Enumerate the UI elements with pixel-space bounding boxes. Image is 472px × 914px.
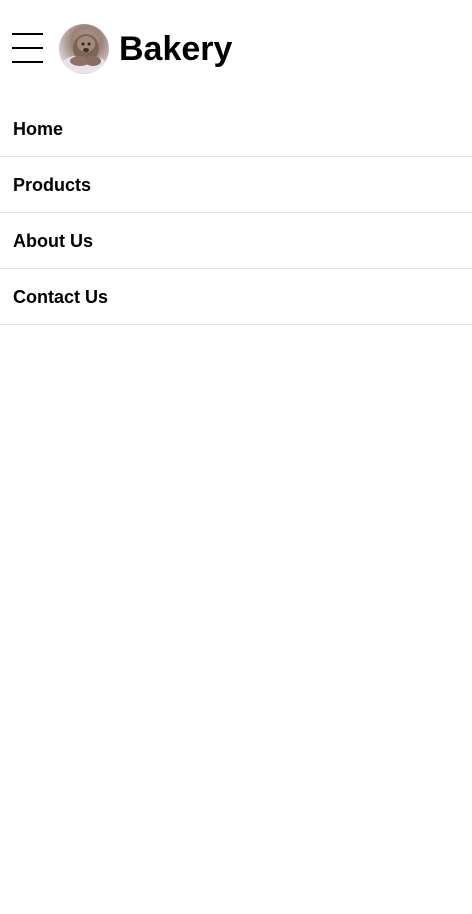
nav-item-label: Products (13, 175, 92, 195)
hamburger-menu-icon[interactable] (12, 32, 44, 64)
nav-item-about-us[interactable]: About Us (0, 213, 472, 269)
site-title[interactable]: Bakery (119, 28, 232, 70)
nav-item-contact-us[interactable]: Contact Us (0, 269, 472, 325)
nav-item-label: Contact Us (13, 287, 109, 307)
site-header: Bakery (0, 0, 472, 100)
nav-item-home[interactable]: Home (0, 101, 472, 157)
main-navigation: Home Products About Us Contact Us (0, 101, 472, 325)
nav-item-products[interactable]: Products (0, 157, 472, 213)
logo-avatar (59, 24, 109, 74)
nav-item-label: Home (13, 119, 64, 139)
nav-item-label: About Us (13, 231, 93, 251)
